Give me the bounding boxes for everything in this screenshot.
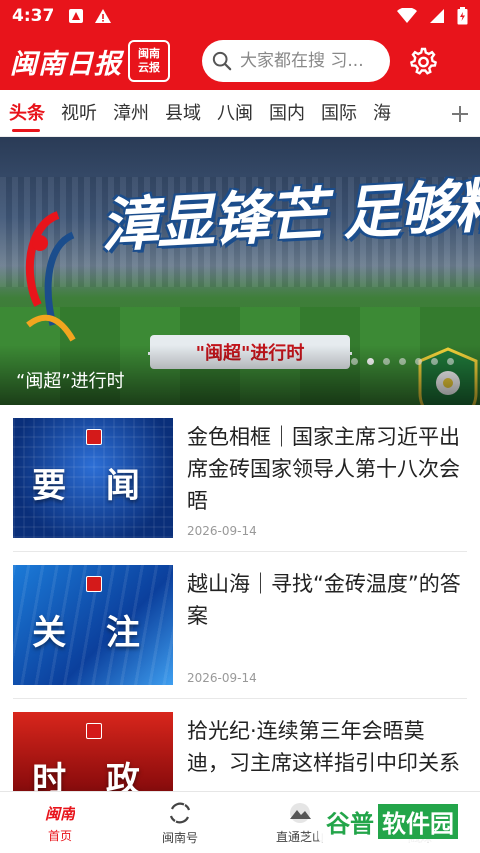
news-title: 拾光纪·连续第三年会晤莫迪，习主席这样指引中印关系 xyxy=(187,719,460,775)
news-date: 2026-09-14 xyxy=(187,524,257,538)
logo-seal: 闽南 云报 xyxy=(128,40,170,82)
wifi-icon xyxy=(397,8,417,23)
tab-domestic[interactable]: 国内 xyxy=(260,90,312,136)
app-header: 闽南日报 闽南 云报 xyxy=(0,32,480,90)
settings-button[interactable] xyxy=(404,43,440,79)
news-list: 要 闻 金色相框｜国家主席习近平出席金砖国家领导人第十八次会晤 2026-09-… xyxy=(0,405,480,791)
tab-headlines[interactable]: 头条 xyxy=(0,90,52,136)
emblem-icon xyxy=(25,211,76,342)
search-icon xyxy=(212,51,232,71)
tab-county[interactable]: 县域 xyxy=(156,90,208,136)
status-time: 4:37 xyxy=(12,6,55,26)
news-item[interactable]: 时 政 拾光纪·连续第三年会晤莫迪，习主席这样指引中印关系 xyxy=(13,699,467,791)
tab-video[interactable]: 视听 xyxy=(52,90,104,136)
news-thumbnail: 关 注 xyxy=(13,565,173,685)
status-bar: 4:37 xyxy=(0,0,480,32)
refresh-circle-icon xyxy=(169,802,191,823)
tab-zhangzhou[interactable]: 漳州 xyxy=(104,90,156,136)
nav-minnan-account[interactable]: 闽南号 xyxy=(120,792,240,853)
plus-icon xyxy=(452,105,468,122)
banner-carousel[interactable]: 漳显锋芒 足够精彩 "闽超"进行时 “闽超”进行时 xyxy=(0,137,480,405)
app-logo: 闽南日报 闽南 云报 xyxy=(10,40,170,82)
home-icon: 闽南 xyxy=(45,805,75,823)
news-item[interactable]: 关 注 越山海｜寻找“金砖温度”的答案 2026-09-14 xyxy=(13,552,467,699)
gear-icon xyxy=(410,47,437,75)
seal-icon xyxy=(86,723,102,739)
warning-icon xyxy=(95,9,112,23)
seal-icon xyxy=(86,429,102,445)
mountain-icon xyxy=(290,802,311,823)
channel-tabs: 头条 视听 漳州 县域 八闽 国内 国际 海 xyxy=(0,90,480,137)
nav-home[interactable]: 闽南 首页 xyxy=(0,792,120,853)
tab-fujian[interactable]: 八闽 xyxy=(208,90,260,136)
watermark-logo: 谷普 软件园 xyxy=(318,800,470,842)
search-input[interactable] xyxy=(240,51,380,71)
notification-icon xyxy=(69,9,84,23)
tab-international[interactable]: 国际 xyxy=(312,90,364,136)
search-box[interactable] xyxy=(202,40,390,82)
news-item[interactable]: 要 闻 金色相框｜国家主席习近平出席金砖国家领导人第十八次会晤 2026-09-… xyxy=(13,405,467,552)
logo-text: 闽南日报 xyxy=(10,48,122,80)
tab-overseas[interactable]: 海 xyxy=(364,90,398,136)
news-thumbnail: 时 政 xyxy=(13,712,173,791)
add-channel-button[interactable] xyxy=(440,90,480,136)
news-thumbnail: 要 闻 xyxy=(13,418,173,538)
news-title: 金色相框｜国家主席习近平出席金砖国家领导人第十八次会晤 xyxy=(187,425,460,513)
svg-text:闽南: 闽南 xyxy=(45,805,75,823)
news-date: 2026-09-14 xyxy=(187,671,257,685)
news-title: 越山海｜寻找“金砖温度”的答案 xyxy=(187,572,461,628)
banner-caption: “闽超”进行时 xyxy=(0,345,480,405)
seal-icon xyxy=(86,576,102,592)
battery-icon xyxy=(457,7,468,25)
signal-icon xyxy=(430,9,444,23)
